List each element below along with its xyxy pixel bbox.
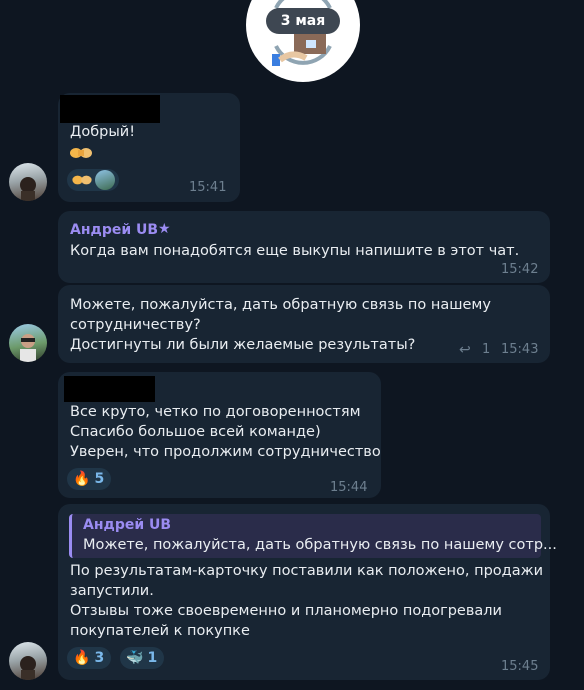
avatar[interactable]: [9, 642, 47, 680]
message-time: 15:41: [189, 180, 227, 195]
reaction-count: 5: [94, 471, 105, 487]
message-text: Добрый!: [70, 124, 136, 140]
fire-icon: 🔥: [73, 471, 91, 487]
reactor-avatar: [95, 170, 115, 190]
message-text: Все круто, четко по договоренностям Спас…: [70, 404, 381, 460]
date-badge: 3 мая: [266, 8, 340, 34]
message-time: 15:42: [501, 262, 539, 277]
reaction-handshake[interactable]: [67, 169, 119, 191]
reaction-count: 1: [147, 650, 158, 666]
reaction-fire[interactable]: 🔥 3: [67, 647, 112, 669]
message-time: 15:43: [501, 342, 539, 357]
reaction-whale[interactable]: 🐳 1: [120, 647, 165, 669]
date-badge-label: 3 мая: [280, 13, 326, 29]
sender-name[interactable]: Андрей UB: [70, 222, 158, 238]
quote-sender: Андрей UB: [83, 517, 172, 533]
message-time: 15:44: [330, 480, 368, 495]
fire-icon: 🔥: [73, 650, 91, 666]
avatar[interactable]: [9, 324, 47, 362]
message-text: Когда вам понадобятся еще выкупы напишит…: [70, 243, 520, 259]
quote-text: Можете, пожалуйста, дать обратную связь …: [83, 537, 557, 553]
message-time: 15:45: [501, 659, 539, 674]
redacted-sender-name: [64, 376, 155, 402]
reaction-count: 3: [94, 650, 105, 666]
star-icon: ★: [158, 221, 171, 237]
redacted-sender-name: [60, 95, 160, 123]
whale-icon: 🐳: [126, 650, 144, 666]
reply-icon[interactable]: ↩: [459, 342, 471, 358]
reply-quote[interactable]: Андрей UB Можете, пожалуйста, дать обрат…: [69, 514, 557, 558]
reaction-fire[interactable]: 🔥 5: [67, 468, 112, 490]
reply-count[interactable]: 1: [482, 342, 490, 357]
handshake-icon: [72, 175, 92, 185]
message-text: По результатам-карточку поставили как по…: [70, 563, 544, 639]
avatar[interactable]: [9, 163, 47, 201]
handshake-emoji: [70, 145, 92, 161]
message-text: Можете, пожалуйста, дать обратную связь …: [70, 297, 491, 353]
